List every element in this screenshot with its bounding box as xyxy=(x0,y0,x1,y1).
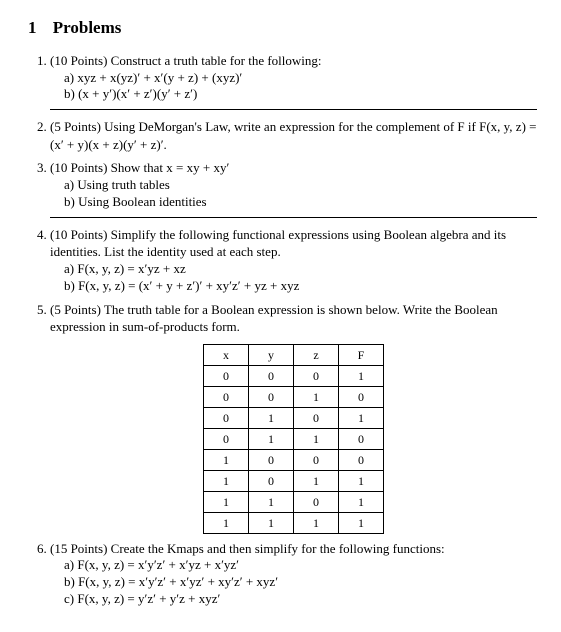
problem-6-a: a) F(x, y, z) = x′y′z′ + x′yz + x′yz′ xyxy=(64,557,537,574)
cell: 1 xyxy=(294,428,339,449)
divider xyxy=(50,109,537,110)
table-header-z: z xyxy=(294,344,339,365)
cell: 0 xyxy=(294,365,339,386)
section-heading: 1 Problems xyxy=(28,18,537,38)
cell: 0 xyxy=(249,365,294,386)
truth-table: x y z F 0001 0010 0101 0110 1000 1011 11… xyxy=(203,344,384,534)
problem-4-a: a) F(x, y, z) = x′yz + xz xyxy=(64,261,537,278)
problem-4-intro: (10 Points) Simplify the following funct… xyxy=(50,227,506,260)
cell: 0 xyxy=(249,470,294,491)
problem-4-b: b) F(x, y, z) = (x′ + y + z′)′ + xy′z′ +… xyxy=(64,278,537,295)
cell: 1 xyxy=(294,386,339,407)
problem-1-b: b) (x + y′)(x′ + z′)(y′ + z′) xyxy=(64,86,537,103)
cell: 1 xyxy=(249,407,294,428)
cell: 1 xyxy=(339,365,384,386)
problem-2: (5 Points) Using DeMorgan's Law, write a… xyxy=(50,118,537,153)
table-header-x: x xyxy=(204,344,249,365)
table-header-row: x y z F xyxy=(204,344,384,365)
problem-6-c: c) F(x, y, z) = y′z′ + y′z + xyz′ xyxy=(64,591,537,608)
table-row: 1111 xyxy=(204,512,384,533)
divider xyxy=(50,217,537,218)
cell: 1 xyxy=(294,470,339,491)
cell: 0 xyxy=(204,365,249,386)
cell: 1 xyxy=(339,470,384,491)
problem-2-text: (5 Points) Using DeMorgan's Law, write a… xyxy=(50,119,537,152)
problem-5-intro: (5 Points) The truth table for a Boolean… xyxy=(50,302,498,335)
cell: 0 xyxy=(204,407,249,428)
table-row: 1000 xyxy=(204,449,384,470)
problem-list: (10 Points) Construct a truth table for … xyxy=(28,52,537,608)
problem-3: (10 Points) Show that x = xy + xy′ a) Us… xyxy=(50,159,537,217)
cell: 0 xyxy=(339,449,384,470)
cell: 0 xyxy=(294,491,339,512)
table-header-f: F xyxy=(339,344,384,365)
problem-6-b: b) F(x, y, z) = x′y′z′ + x′yz′ + xy′z′ +… xyxy=(64,574,537,591)
cell: 1 xyxy=(294,512,339,533)
cell: 1 xyxy=(204,449,249,470)
cell: 0 xyxy=(204,386,249,407)
table-row: 1011 xyxy=(204,470,384,491)
problem-1-a: a) xyz + x(yz)′ + x′(y + z) + (xyz)′ xyxy=(64,70,537,87)
cell: 1 xyxy=(204,512,249,533)
problem-3-b: b) Using Boolean identities xyxy=(64,194,537,211)
cell: 1 xyxy=(339,491,384,512)
cell: 0 xyxy=(294,449,339,470)
cell: 0 xyxy=(339,386,384,407)
cell: 1 xyxy=(204,470,249,491)
cell: 0 xyxy=(339,428,384,449)
cell: 0 xyxy=(294,407,339,428)
problem-3-intro: (10 Points) Show that x = xy + xy′ xyxy=(50,160,229,175)
table-row: 1101 xyxy=(204,491,384,512)
section-number: 1 xyxy=(28,18,37,37)
problem-3-a: a) Using truth tables xyxy=(64,177,537,194)
table-row: 0110 xyxy=(204,428,384,449)
problem-6-intro: (15 Points) Create the Kmaps and then si… xyxy=(50,541,445,556)
cell: 0 xyxy=(204,428,249,449)
table-row: 0010 xyxy=(204,386,384,407)
table-row: 0001 xyxy=(204,365,384,386)
cell: 1 xyxy=(249,491,294,512)
problem-6: (15 Points) Create the Kmaps and then si… xyxy=(50,540,537,608)
cell: 0 xyxy=(249,386,294,407)
cell: 1 xyxy=(339,512,384,533)
problem-4: (10 Points) Simplify the following funct… xyxy=(50,226,537,295)
cell: 0 xyxy=(249,449,294,470)
cell: 1 xyxy=(339,407,384,428)
problem-5: (5 Points) The truth table for a Boolean… xyxy=(50,301,537,534)
table-row: 0101 xyxy=(204,407,384,428)
cell: 1 xyxy=(249,428,294,449)
cell: 1 xyxy=(204,491,249,512)
section-title: Problems xyxy=(53,18,122,37)
table-header-y: y xyxy=(249,344,294,365)
cell: 1 xyxy=(249,512,294,533)
problem-1: (10 Points) Construct a truth table for … xyxy=(50,52,537,110)
problem-1-intro: (10 Points) Construct a truth table for … xyxy=(50,53,322,68)
